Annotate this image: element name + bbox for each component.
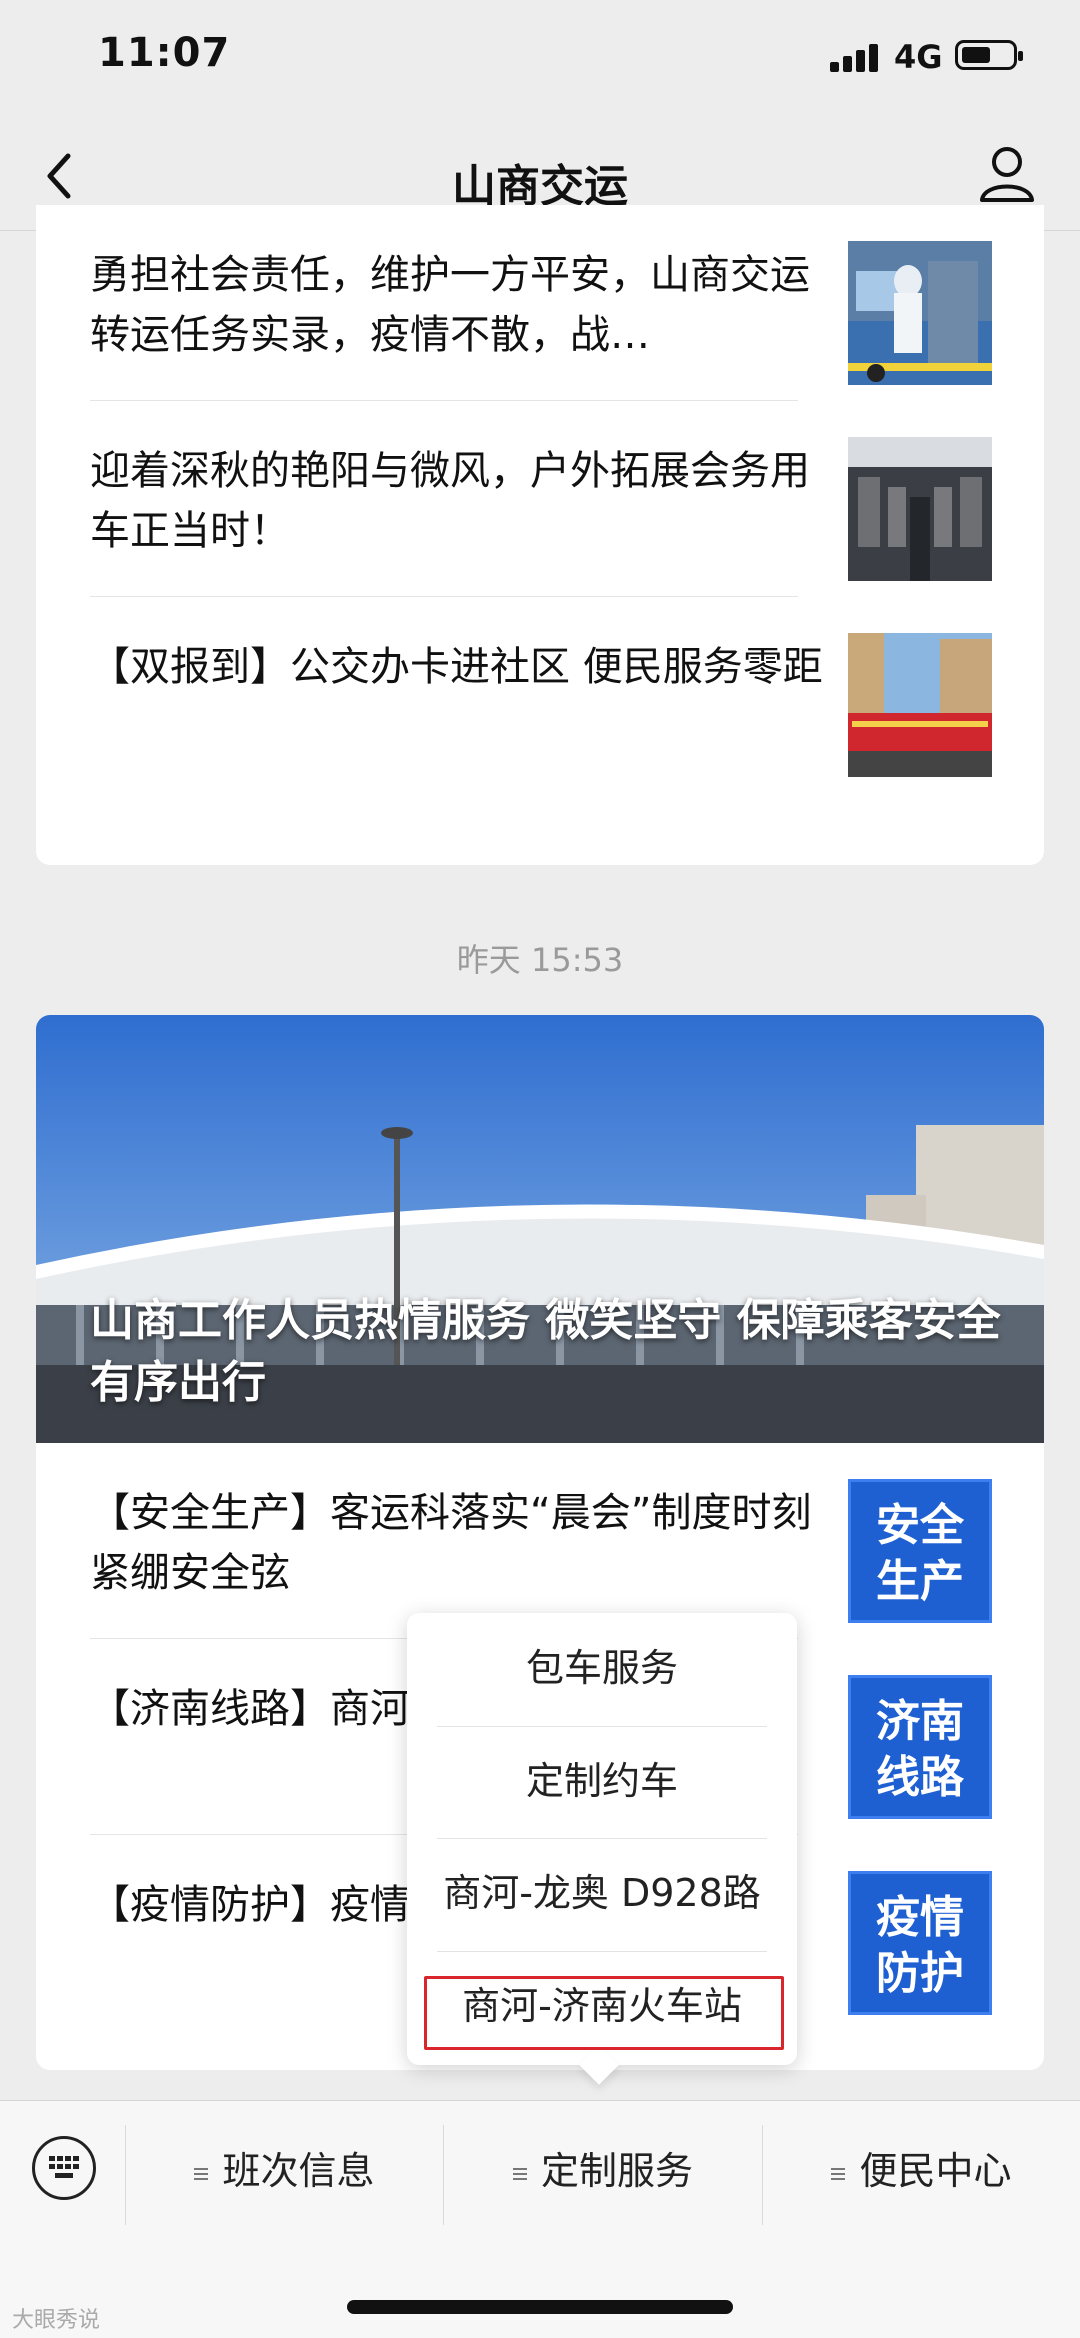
article-item[interactable]: 【双报到】公交办卡进社区 便民服务零距 — [36, 597, 1044, 793]
article-item[interactable]: 勇担社会责任，维护一方平安，山商交运转运任务实录，疫情不散，战… — [36, 205, 1044, 401]
tag-line: 疫情 — [876, 1892, 964, 1943]
article-item[interactable]: 【安全生产】客运科落实“晨会”制度时刻紧绷安全弦 安全 生产 — [36, 1443, 1044, 1639]
article-tag-thumbnail: 疫情 防护 — [848, 1871, 992, 2015]
message-timestamp: 昨天 15:53 — [456, 941, 624, 979]
keyboard-toggle-icon[interactable] — [32, 2136, 96, 2200]
hero-article[interactable]: 山商工作人员热情服务 微笑坚守 保障乘客安全有序出行 — [36, 1015, 1044, 1443]
menu-item-route-d928[interactable]: 商河-龙奥 D928路 — [437, 1838, 767, 1948]
highlight-box — [424, 1976, 784, 2050]
article-tag-thumbnail: 安全 生产 — [848, 1479, 992, 1623]
profile-icon[interactable] — [978, 144, 1036, 204]
tab-label: 定制服务 — [540, 2149, 693, 2193]
article-card-previous: 勇担社会责任，维护一方平安，山商交运转运任务实录，疫情不散，战… 迎着深秋的艳阳… — [36, 205, 1044, 865]
battery-icon — [955, 40, 1023, 70]
tab-schedule-info[interactable]: 班次信息 — [126, 2131, 443, 2211]
article-thumbnail — [848, 437, 992, 581]
menu-item-custom-booking[interactable]: 定制约车 — [437, 1726, 767, 1836]
network-label: 4G — [894, 38, 943, 76]
menu-lines-icon — [831, 2165, 846, 2183]
tab-custom-service[interactable]: 定制服务 — [444, 2131, 762, 2211]
article-tag-thumbnail: 济南 线路 — [848, 1675, 992, 1819]
tag-line: 济南 — [876, 1696, 964, 1747]
tag-line: 安全 — [876, 1500, 964, 1551]
article-title: 勇担社会责任，维护一方平安，山商交运转运任务实录，疫情不散，战… — [90, 252, 810, 358]
article-title: 【安全生产】客运科落实“晨会”制度时刻紧绷安全弦 — [90, 1490, 812, 1596]
article-thumbnail — [848, 241, 992, 385]
hero-title: 山商工作人员热情服务 微笑坚守 保障乘客安全有序出行 — [90, 1295, 1001, 1408]
tag-line: 防护 — [876, 1948, 964, 1999]
tag-line: 线路 — [876, 1752, 964, 1803]
status-time: 11:07 — [98, 30, 231, 76]
tag-line: 生产 — [876, 1556, 964, 1607]
tab-label: 便民中心 — [859, 2149, 1012, 2193]
tab-label: 班次信息 — [222, 2149, 375, 2193]
menu-lines-icon — [194, 2165, 209, 2183]
menu-item-charter-service[interactable]: 包车服务 — [437, 1613, 767, 1723]
article-title: 【双报到】公交办卡进社区 便民服务零距 — [90, 644, 823, 690]
article-title: 迎着深秋的艳阳与微风，户外拓展会务用车正当时！ — [90, 448, 810, 554]
article-item[interactable]: 迎着深秋的艳阳与微风，户外拓展会务用车正当时！ — [36, 401, 1044, 597]
tab-convenience-center[interactable]: 便民中心 — [763, 2131, 1080, 2211]
article-thumbnail — [848, 633, 992, 777]
signal-icon — [830, 44, 886, 72]
watermark: 大眼秀说 — [12, 2308, 101, 2333]
menu-lines-icon — [512, 2165, 527, 2183]
home-indicator — [347, 2300, 733, 2314]
status-bar: 11:07 4G — [0, 0, 1080, 120]
